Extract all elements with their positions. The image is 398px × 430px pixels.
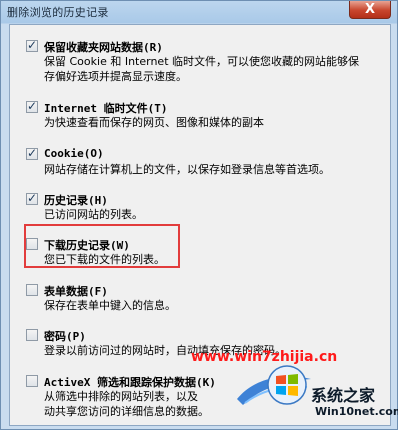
favorites-desc: 保留 Cookie 和 Internet 临时文件，可以使您收藏的网站能够保 存…	[44, 54, 359, 84]
temp-files-checkbox[interactable]	[26, 99, 38, 113]
cookies-title: Cookie(O)	[44, 147, 104, 160]
temp-files-title: Internet 临时文件(T)	[44, 102, 168, 115]
window-title: 删除浏览的历史记录	[7, 6, 109, 19]
logo-subtitle: Win10net.com	[315, 405, 398, 418]
watermark-url: www.win7zhijia.cn	[191, 349, 338, 365]
form-data-desc-line-1: 保存在表单中键入的信息。	[44, 299, 176, 312]
form-data-checkbox[interactable]	[26, 284, 38, 296]
cookies-desc: 网站存储在计算机上的文件，以保存如登录信息等首选项。	[44, 162, 330, 177]
history-desc: 已访问网站的列表。	[44, 207, 143, 222]
activex-desc: 从筛选中排除的网站列表，以及 动共享您访问的详细信息的数据。	[44, 389, 209, 419]
form-data-title: 表单数据(F)	[44, 285, 108, 298]
favorites-desc-line-1: 保留 Cookie 和 Internet 临时文件，可以使您收藏的网站能够保	[44, 55, 359, 68]
delete-history-dialog: 删除浏览的历史记录 X 保留收藏夹网站数据(R) 保留 Cookie 和 Int…	[0, 0, 398, 430]
logo-title: 系统之家	[311, 386, 376, 405]
title-bar[interactable]: 删除浏览的历史记录 X	[1, 1, 397, 23]
temp-files-desc-line-1: 为快速查看而保存的网页、图像和媒体的副本	[44, 116, 264, 129]
windows-logo-icon	[267, 365, 307, 405]
passwords-checkbox[interactable]	[26, 329, 38, 341]
dialog-content: 保留收藏夹网站数据(R) 保留 Cookie 和 Internet 临时文件，可…	[9, 24, 391, 426]
favorites-checkbox[interactable]	[26, 38, 38, 52]
history-desc-line-1: 已访问网站的列表。	[44, 208, 143, 221]
close-button[interactable]: X	[349, 1, 391, 19]
activex-desc-line-2: 动共享您访问的详细信息的数据。	[44, 405, 209, 418]
favorites-title: 保留收藏夹网站数据(R)	[44, 41, 163, 54]
activex-title: ActiveX 筛选和跟踪保护数据(K)	[44, 376, 216, 389]
activex-checkbox[interactable]	[26, 375, 38, 387]
temp-files-desc: 为快速查看而保存的网页、图像和媒体的副本	[44, 115, 264, 130]
highlight-annotation	[24, 224, 180, 268]
history-checkbox[interactable]	[26, 191, 38, 205]
activex-desc-line-1: 从筛选中排除的网站列表，以及	[44, 390, 198, 403]
favorites-desc-line-2: 存偏好选项并提高显示速度。	[44, 70, 187, 83]
cookies-checkbox[interactable]	[26, 146, 38, 160]
cookies-desc-line-1: 网站存储在计算机上的文件，以保存如登录信息等首选项。	[44, 163, 330, 176]
form-data-desc: 保存在表单中键入的信息。	[44, 298, 176, 313]
passwords-title: 密码(P)	[44, 330, 86, 343]
history-title: 历史记录(H)	[44, 194, 108, 207]
